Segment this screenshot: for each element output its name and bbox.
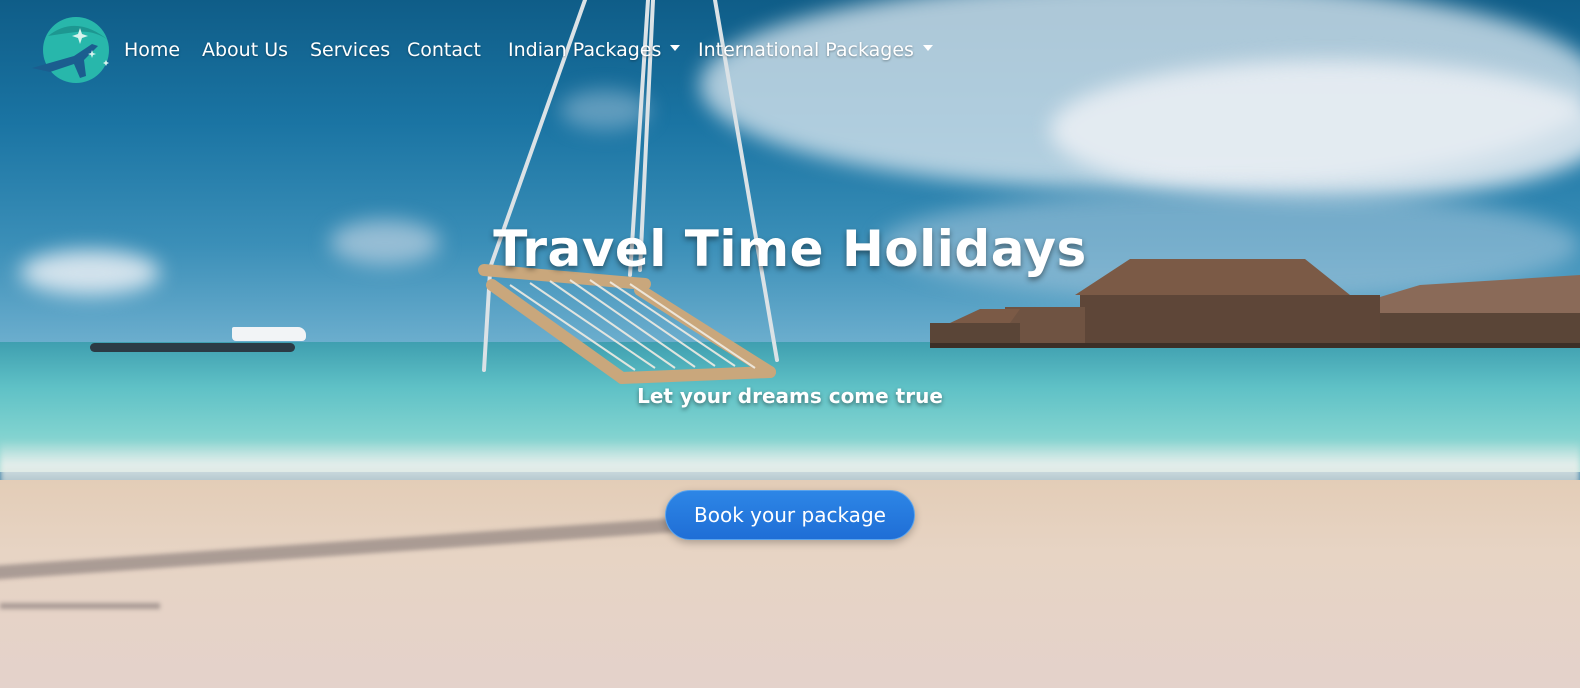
nav-international-packages-dropdown[interactable]: International Packages [698,36,933,64]
hero-background-image [0,0,1580,688]
boat [232,327,306,341]
rocks [90,343,295,352]
top-navigation: Home About Us Services Contact Indian Pa… [0,0,1580,100]
nav-services[interactable]: Services [310,36,390,64]
nav-indian-packages-label: Indian Packages [508,39,662,61]
hero-title: Travel Time Holidays [493,220,1087,278]
caret-down-icon [670,44,681,51]
globe-plane-icon [32,17,109,83]
hero-subtitle: Let your dreams come true [637,384,943,408]
nav-home[interactable]: Home [124,36,180,64]
nav-about-us[interactable]: About Us [202,36,288,64]
logo[interactable] [26,16,112,86]
swing-shadow [0,603,160,609]
book-package-button[interactable]: Book your package [665,490,915,540]
caret-down-icon [922,44,933,51]
nav-contact[interactable]: Contact [407,36,481,64]
nav-indian-packages-dropdown[interactable]: Indian Packages [508,36,681,64]
nav-international-packages-label: International Packages [698,39,914,61]
